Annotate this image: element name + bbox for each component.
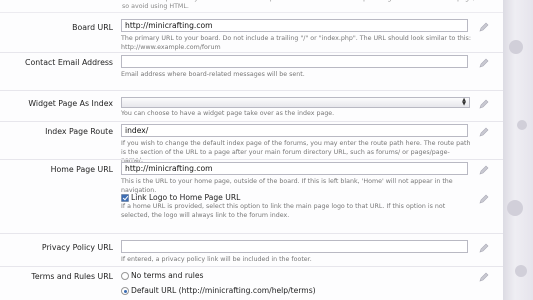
divider — [0, 52, 503, 53]
index-route-label: Index Page Route — [45, 127, 113, 136]
widget-page-select[interactable]: ▲ ▼ — [121, 97, 470, 108]
link-logo-checkbox[interactable] — [121, 194, 129, 202]
home-url-input[interactable]: http://minicrafting.com — [121, 162, 468, 175]
board-url-input[interactable]: http://minicrafting.com — [121, 19, 468, 32]
background-pattern — [515, 265, 527, 277]
widget-page-label: Widget Page As Index — [28, 99, 113, 108]
divider — [0, 233, 503, 234]
terms-option-default-label[interactable]: Default URL (http://minicrafting.com/hel… — [131, 286, 316, 295]
link-logo-label[interactable]: Link Logo to Home Page URL — [131, 193, 240, 202]
pencil-edit-icon[interactable] — [478, 271, 490, 283]
privacy-url-hint: If entered, a privacy policy link will b… — [121, 256, 312, 263]
pencil-edit-icon[interactable] — [478, 164, 490, 176]
terms-option-none-label[interactable]: No terms and rules — [131, 271, 204, 280]
options-panel: Enter a description for your board. This… — [0, 0, 503, 300]
privacy-url-input[interactable] — [121, 240, 468, 253]
divider — [0, 266, 503, 267]
top-strip: Enter a description for your board. This… — [0, 0, 503, 13]
contact-email-hint: Email address where board-related messag… — [121, 71, 305, 78]
home-url-label: Home Page URL — [50, 165, 113, 174]
index-route-input[interactable]: index/ — [121, 124, 468, 137]
select-arrows-icon: ▲ ▼ — [462, 97, 466, 107]
contact-email-label: Contact Email Address — [25, 58, 113, 67]
link-logo-hint: If a home URL is provided, select this o… — [121, 203, 446, 219]
divider — [0, 159, 503, 160]
pencil-edit-icon[interactable] — [478, 21, 490, 33]
pencil-edit-icon[interactable] — [478, 193, 490, 205]
divider — [0, 121, 503, 122]
terms-option-default-radio[interactable] — [121, 287, 129, 295]
background-pattern — [507, 200, 523, 216]
terms-url-label: Terms and Rules URL — [31, 272, 113, 281]
terms-option-none-radio[interactable] — [121, 272, 129, 280]
pencil-edit-icon[interactable] — [478, 126, 490, 138]
background-pattern — [509, 40, 523, 54]
board-url-hint: The primary URL to your board. Do not in… — [121, 35, 471, 51]
board-url-label: Board URL — [72, 23, 113, 32]
widget-page-hint: You can choose to have a widget page tak… — [121, 110, 335, 117]
privacy-url-label: Privacy Policy URL — [41, 243, 113, 252]
page-background — [503, 0, 533, 300]
pencil-edit-icon[interactable] — [478, 57, 490, 69]
pencil-edit-icon[interactable] — [478, 98, 490, 110]
divider — [0, 90, 503, 91]
background-pattern — [517, 120, 527, 130]
contact-email-input[interactable] — [121, 55, 468, 68]
top-hint: Enter a description for your board. This… — [122, 0, 475, 10]
pencil-edit-icon[interactable] — [478, 242, 490, 254]
